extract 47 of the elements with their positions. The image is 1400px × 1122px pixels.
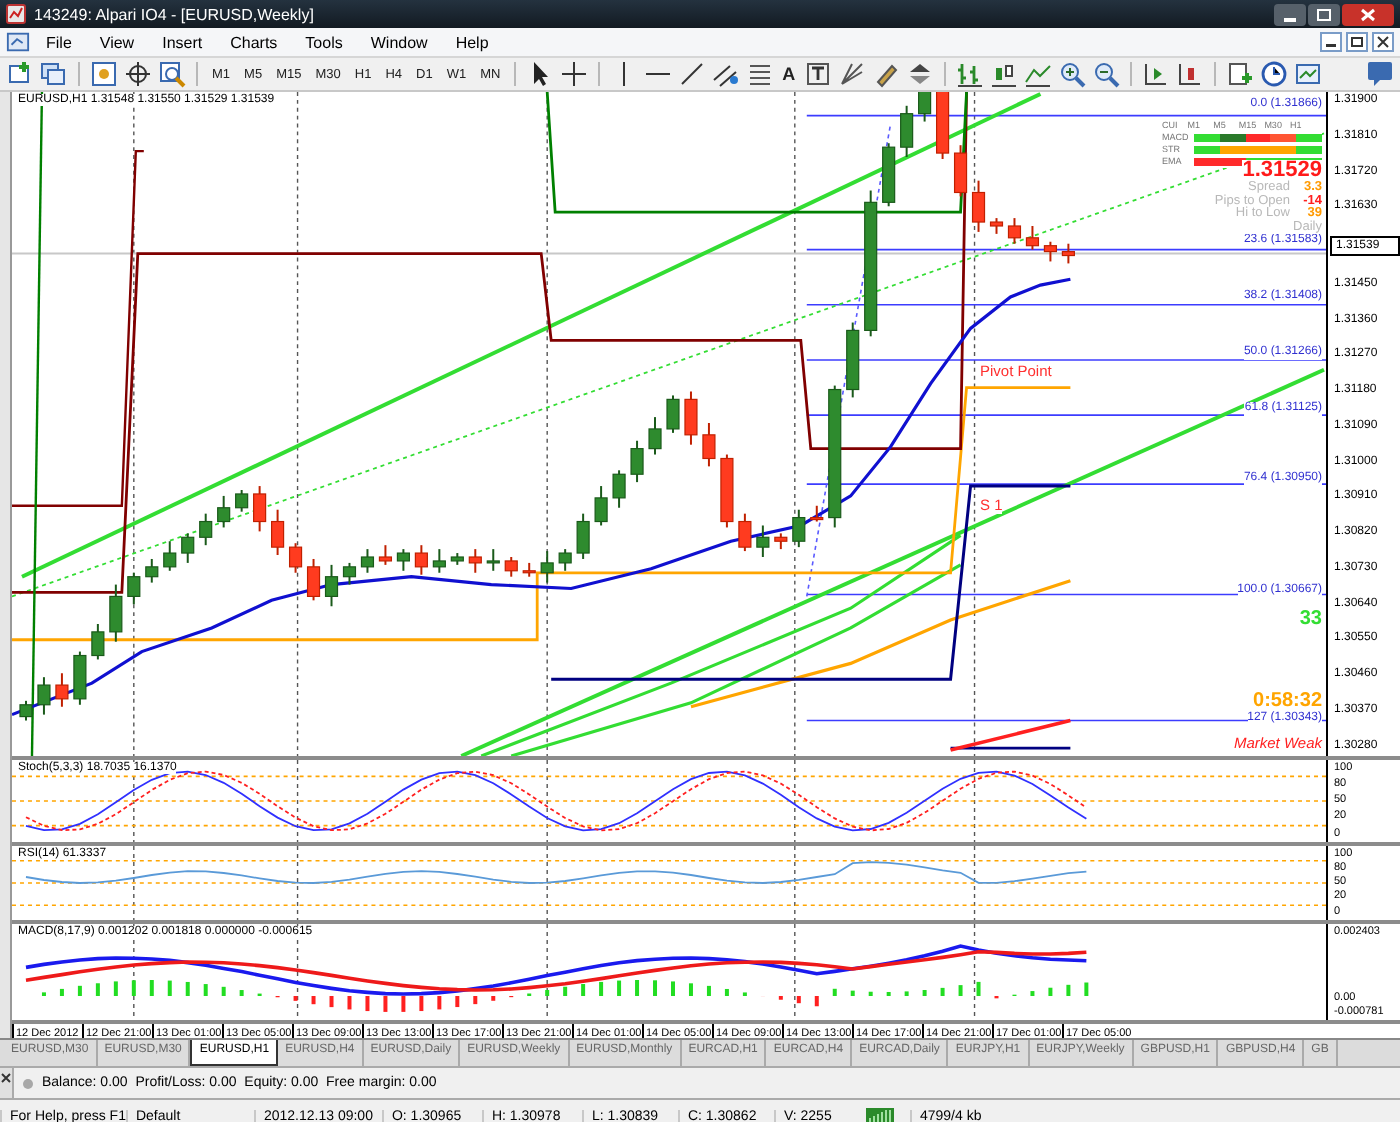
crosshair-target-icon[interactable] [124,60,152,88]
window-title: 143249: Alpari IO4 - [EURUSD,Weekly] [34,5,316,23]
chat-icon[interactable] [1366,60,1394,88]
gann-icon[interactable] [837,60,866,88]
magnifier-icon[interactable] [158,60,186,88]
crosshair-icon[interactable] [560,60,589,88]
bid-price: 1.31529 [1242,160,1322,182]
candle-timer: 0:58:32 [1253,690,1322,712]
bar-chart-icon[interactable] [955,60,984,88]
app-icon [6,4,26,24]
close-icon[interactable] [1372,32,1394,52]
menu-item[interactable]: Insert [150,31,215,53]
menu-item[interactable]: Charts [218,31,290,53]
line-chart-icon[interactable] [1023,60,1052,88]
minimize-icon[interactable] [1274,3,1306,25]
arrows-icon[interactable] [905,60,934,88]
windows-icon[interactable] [40,60,68,88]
connection-bars-icon [865,1108,894,1122]
counter-value: 33 [1299,608,1322,630]
zoom-out-icon[interactable] [1091,60,1120,88]
trendline-icon[interactable] [678,60,707,88]
weak-trend-line [950,718,1071,752]
close-icon[interactable] [1342,3,1394,25]
menu-item[interactable]: View [87,31,147,53]
chart-window-icon[interactable] [6,30,30,54]
menu-item[interactable]: Help [443,31,501,53]
maximize-icon[interactable] [1308,3,1340,25]
restore-icon[interactable] [1346,32,1368,52]
templates-icon[interactable] [1293,60,1322,88]
navigator-icon[interactable] [90,60,118,88]
menu-item[interactable]: Window [358,31,440,53]
candlestick-icon[interactable] [989,60,1018,88]
support-line [950,746,1071,750]
menu-item[interactable]: File [34,31,84,53]
chart-shift-icon[interactable] [1175,60,1204,88]
zoom-in-icon[interactable] [1057,60,1086,88]
account-status-icon [22,1077,34,1089]
minimize-icon[interactable] [1320,32,1342,52]
close-icon[interactable] [0,1072,12,1084]
label-icon[interactable] [803,60,832,88]
autoscroll-icon[interactable] [1141,60,1170,88]
fibonacci-icon[interactable] [746,60,775,88]
clock-icon[interactable] [1259,60,1288,88]
new-chart-icon[interactable] [6,60,34,88]
menu-item[interactable]: Tools [293,31,355,53]
indicators-icon[interactable] [1225,60,1254,88]
text-tool-button[interactable]: A [780,64,798,84]
